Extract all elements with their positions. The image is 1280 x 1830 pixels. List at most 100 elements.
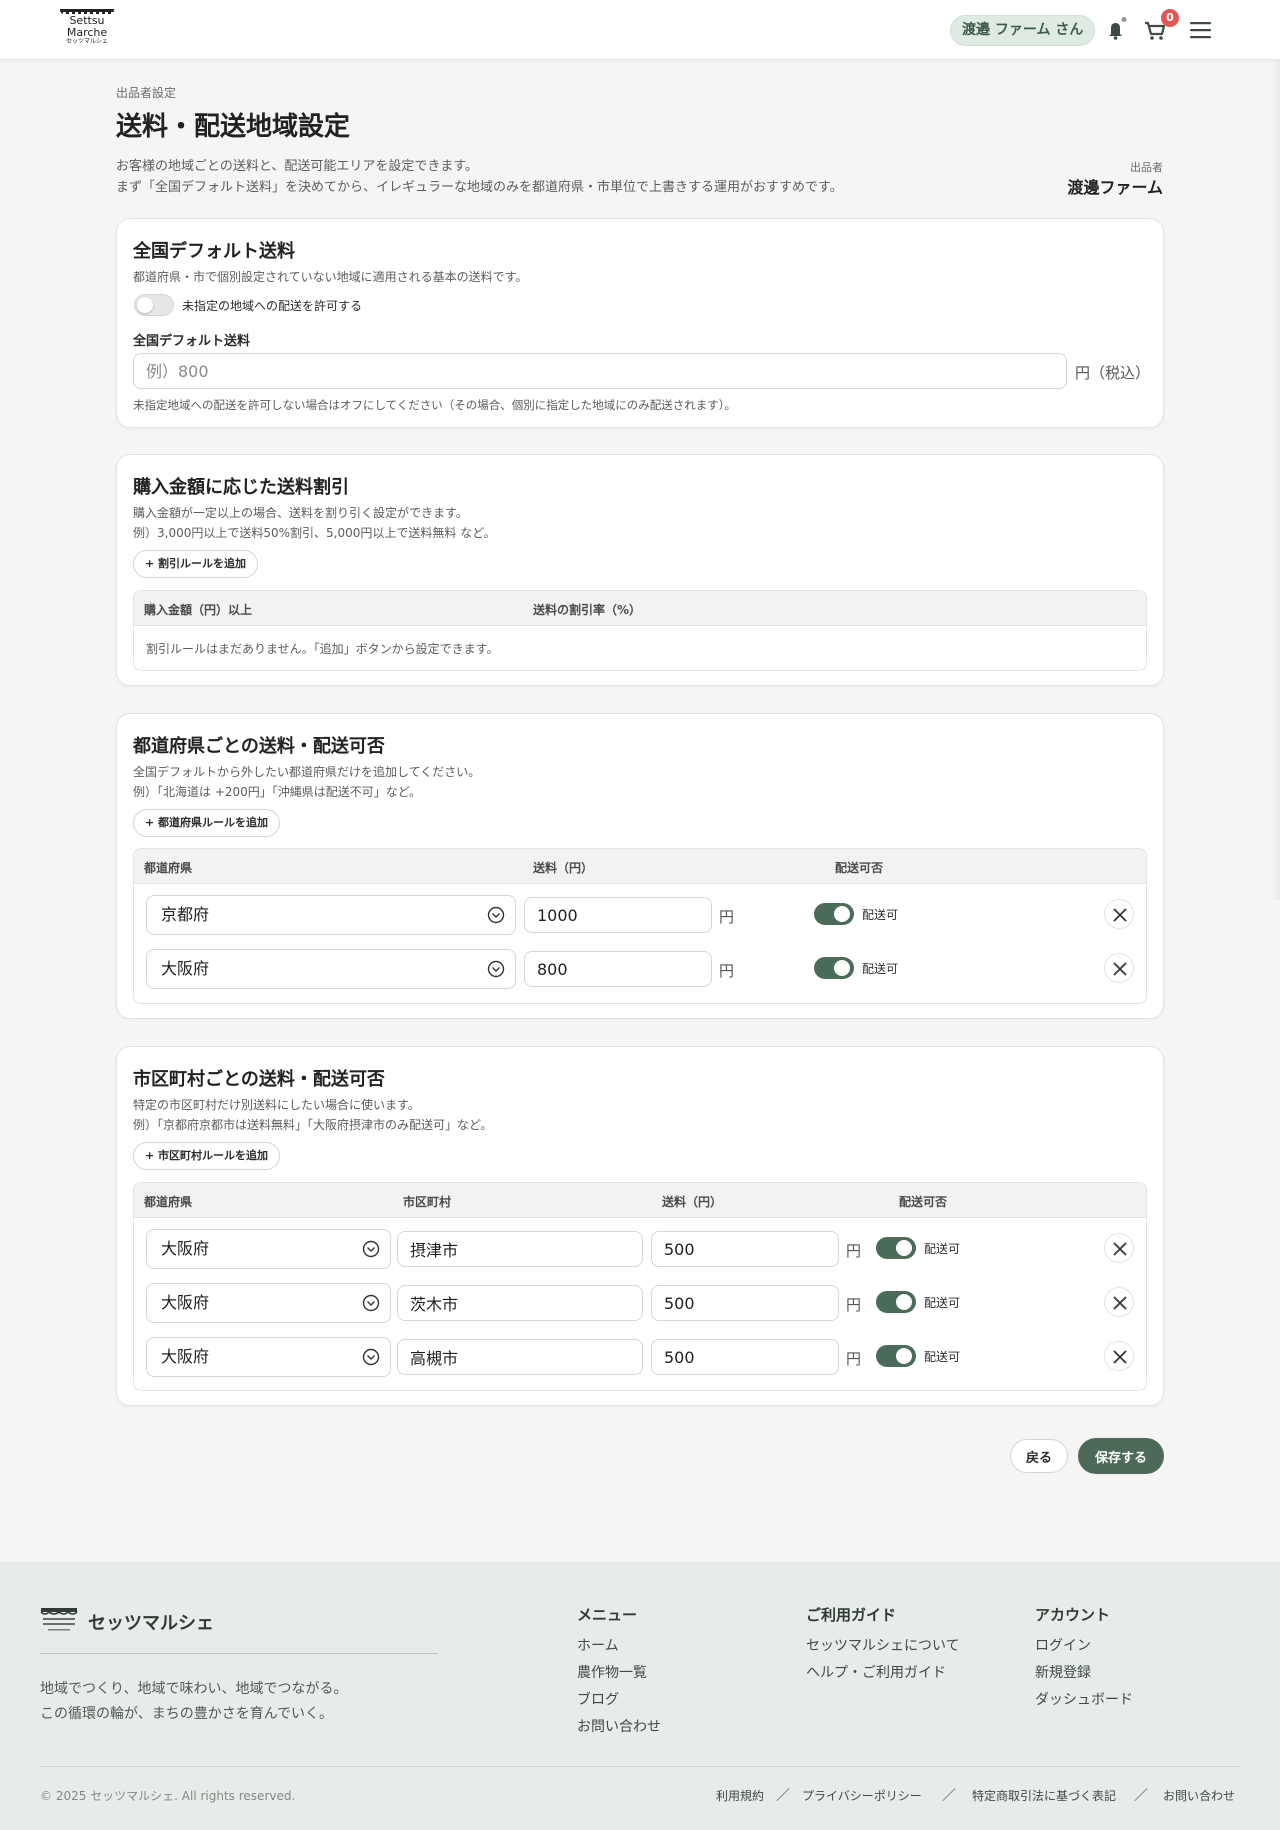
col-purchase-amount: 購入金額（円）以上 [144,603,253,617]
footer-link-about[interactable]: セッツマルシェについて [806,1635,960,1655]
chevron-down-icon [487,906,505,924]
footer-link-contact[interactable]: お問い合わせ [577,1716,661,1736]
delete-city-rule-button[interactable] [1104,1287,1134,1317]
save-button[interactable]: 保存する [1078,1438,1164,1474]
add-prefecture-rule-button[interactable]: + 都道府県ルールを追加 [133,809,281,837]
back-button[interactable]: 戻る [1010,1439,1068,1473]
city-fee-input[interactable] [651,1285,839,1321]
footer-tagline-1: 地域でつくり、地域で味わい、地域でつながる。 [40,1681,348,1697]
city-shippable-toggle[interactable] [876,1291,916,1313]
city-fee-unit: 円 [846,1242,862,1260]
close-icon [1113,962,1127,976]
prefecture-fee-unit: 円 [719,908,735,926]
discount-card: 購入金額に応じた送料割引 購入金額が一定以上の場合、送料を割り引く設定ができます… [116,454,1164,686]
col-prefecture: 都道府県 [144,1195,193,1209]
delete-prefecture-rule-button[interactable] [1104,953,1134,983]
add-city-rule-button[interactable]: + 市区町村ルールを追加 [133,1142,281,1170]
city-prefecture-select[interactable]: 大阪府 [146,1283,391,1323]
footer-link-products[interactable]: 農作物一覧 [577,1662,647,1682]
prefecture-select-value: 京都府 [161,905,210,924]
footer-link-blog[interactable]: ブログ [577,1689,619,1709]
prefecture-description-1: 全国デフォルトから外したい都道府県だけを追加してください。 [133,765,481,779]
logo-subtext: セッツマルシェ [65,38,108,45]
col-city: 市区町村 [403,1195,452,1209]
breadcrumb: 出品者設定 [116,86,177,100]
prefecture-shippable-label: 配送可 [862,962,899,976]
col-discount-rate: 送料の割引率（%） [533,603,642,617]
footer-brand: セッツマルシェ [88,1613,214,1634]
city-shippable-toggle[interactable] [876,1345,916,1367]
col-fee: 送料（円） [662,1195,723,1209]
city-fee-unit: 円 [846,1350,862,1368]
footer-link-home[interactable]: ホーム [577,1635,619,1655]
col-fee: 送料（円） [533,861,594,875]
prefecture-description-2: 例）「北海道は +200円」「沖縄県は配送不可」など。 [133,785,422,799]
default-shipping-title: 全国デフォルト送料 [133,241,295,262]
delete-city-rule-button[interactable] [1104,1341,1134,1371]
footer-link-login[interactable]: ログイン [1035,1635,1091,1655]
default-fee-note: 未指定地域への配送を許可しない場合はオフにしてください（その場合、個別に指定した… [133,398,737,412]
prefecture-fee-input[interactable] [524,951,712,987]
menu-icon[interactable] [1188,17,1214,43]
city-name-input[interactable] [397,1285,643,1321]
default-shipping-card: 全国デフォルト送料 都道府県・市で個別設定されていない地域に適用される基本の送料… [116,218,1164,428]
page-description-2: まず「全国デフォルト送料」を決めてから、イレギュラーな地域のみを都道府県・市単位… [116,180,843,195]
footer-link-dashboard[interactable]: ダッシュボード [1035,1689,1133,1709]
footer-link-register[interactable]: 新規登録 [1035,1662,1091,1682]
default-fee-label: 全国デフォルト送料 [133,334,251,349]
col-prefecture: 都道府県 [144,861,193,875]
footer-logo[interactable] [40,1607,78,1635]
discount-description-1: 購入金額が一定以上の場合、送料を割り引く設定ができます。 [133,506,468,520]
city-name-input[interactable] [397,1339,643,1375]
city-fee-input[interactable] [651,1231,839,1267]
city-prefecture-value: 大阪府 [161,1239,210,1258]
seller-label: 出品者 [1130,161,1163,174]
bell-icon[interactable] [1103,17,1129,43]
chevron-down-icon [362,1240,380,1258]
prefecture-table-header: 都道府県 送料（円） 配送可否 [134,849,1146,884]
city-shippable-label: 配送可 [924,1296,961,1310]
city-shippable-toggle[interactable] [876,1237,916,1259]
default-fee-unit: 円（税込） [1075,364,1151,382]
footer-guide-title: ご利用ガイド [806,1606,897,1624]
city-table-header: 都道府県 市区町村 送料（円） 配送可否 [134,1183,1146,1218]
city-shippable-label: 配送可 [924,1350,961,1364]
footer-link-terms[interactable]: 利用規約 [716,1787,764,1804]
footer-link-privacy[interactable]: プライバシーポリシー [802,1787,922,1804]
city-prefecture-value: 大阪府 [161,1347,210,1366]
prefecture-card: 都道府県ごとの送料・配送可否 全国デフォルトから外したい都道府県だけを追加してく… [116,713,1164,1019]
logo-text-bottom: Marche [66,26,108,39]
city-name-input[interactable] [397,1231,643,1267]
footer-copyright: © 2025 セッツマルシェ. All rights reserved. [40,1789,296,1803]
default-fee-input[interactable] [133,353,1067,389]
add-discount-rule-button[interactable]: + 割引ルールを追加 [133,550,259,578]
footer-link-inquiry[interactable]: お問い合わせ [1163,1787,1235,1804]
city-prefecture-select[interactable]: 大阪府 [146,1337,391,1377]
city-description-1: 特定の市区町村だけ別送料にしたい場合に使います。 [133,1098,420,1112]
city-fee-input[interactable] [651,1339,839,1375]
user-menu-pill[interactable]: 渡邉 ファーム さん [950,15,1096,46]
footer-brand-divider [40,1653,438,1654]
prefecture-select[interactable]: 京都府 [146,895,516,935]
allow-unspecified-label: 未指定の地域への配送を許可する [182,299,363,313]
footer-link-help[interactable]: ヘルプ・ご利用ガイド [806,1662,946,1682]
city-prefecture-value: 大阪府 [161,1293,210,1312]
footer-separator: ／ [776,1788,790,1804]
allow-unspecified-toggle[interactable] [134,294,174,316]
prefecture-shippable-toggle[interactable] [814,957,854,979]
city-prefecture-select[interactable]: 大阪府 [146,1229,391,1269]
footer-link-tokushoho[interactable]: 特定商取引法に基づく表記 [972,1787,1116,1804]
prefecture-fee-input[interactable] [524,897,712,933]
discount-empty-message: 割引ルールはまだありません。「追加」ボタンから設定できます。 [146,642,499,656]
footer-separator: ／ [1134,1788,1148,1804]
close-icon [1113,908,1127,922]
prefecture-shippable-label: 配送可 [862,908,899,922]
delete-prefecture-rule-button[interactable] [1104,899,1134,929]
col-shippable: 配送可否 [835,861,884,875]
col-shippable: 配送可否 [899,1195,948,1209]
delete-city-rule-button[interactable] [1104,1233,1134,1263]
footer-menu-title: メニュー [577,1606,638,1624]
site-logo[interactable]: Settsu Marche セッツマルシェ [58,9,116,49]
prefecture-shippable-toggle[interactable] [814,903,854,925]
prefecture-select[interactable]: 大阪府 [146,949,516,989]
